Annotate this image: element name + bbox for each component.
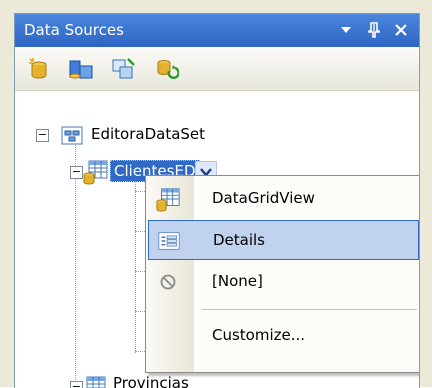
window-position-dropdown-button[interactable] <box>335 18 357 42</box>
tree-connector <box>135 173 136 353</box>
menu-item-none[interactable]: [None] <box>148 262 419 302</box>
menu-item-label: [None] <box>212 272 263 290</box>
add-new-data-source-button[interactable] <box>27 57 51 81</box>
menu-separator <box>202 309 417 310</box>
none-icon <box>160 274 176 290</box>
close-icon <box>395 24 407 36</box>
datagridview-icon <box>156 188 180 212</box>
menu-item-customize[interactable]: Customize... <box>148 316 419 356</box>
chevron-down-icon <box>341 27 351 33</box>
menu-item-label: DataGridView <box>212 189 315 207</box>
tree-node-editoradataset[interactable]: EditoraDataSet <box>91 125 205 143</box>
close-button[interactable] <box>390 18 412 42</box>
menu-item-label: Customize... <box>212 326 306 344</box>
window-frame: Data Sources − EditoraDataSet − Clientes… <box>0 0 432 388</box>
table-icon <box>83 160 108 185</box>
tree-expander-clientesed[interactable]: − <box>70 166 83 179</box>
data-sources-panel: Data Sources − EditoraDataSet − Clientes… <box>14 13 420 388</box>
refresh-icon <box>157 60 180 79</box>
configure-dataset-wizard-icon <box>112 58 135 79</box>
tree-expander-root[interactable]: − <box>36 129 49 142</box>
dataset-icon <box>61 126 83 145</box>
control-type-menu: DataGridView Details [None] Customize... <box>145 175 419 373</box>
refresh-button[interactable] <box>155 57 180 81</box>
menu-item-label: Details <box>213 231 266 249</box>
menu-item-details[interactable]: Details <box>148 220 419 260</box>
menu-item-datagridview[interactable]: DataGridView <box>148 179 419 219</box>
add-new-data-source-icon <box>29 58 47 79</box>
details-icon <box>158 232 180 250</box>
tree-node-provincias[interactable]: Provincias <box>113 374 189 388</box>
panel-titlebar: Data Sources <box>15 14 419 47</box>
configure-dataset-wizard-button[interactable] <box>111 57 135 81</box>
pin-icon <box>368 22 380 38</box>
edit-dataset-designer-icon <box>69 60 93 79</box>
edit-dataset-designer-button[interactable] <box>68 57 93 81</box>
panel-title: Data Sources <box>24 21 124 39</box>
table-icon <box>86 376 106 388</box>
auto-hide-pin-button[interactable] <box>363 18 385 42</box>
data-sources-toolbar <box>15 47 419 91</box>
